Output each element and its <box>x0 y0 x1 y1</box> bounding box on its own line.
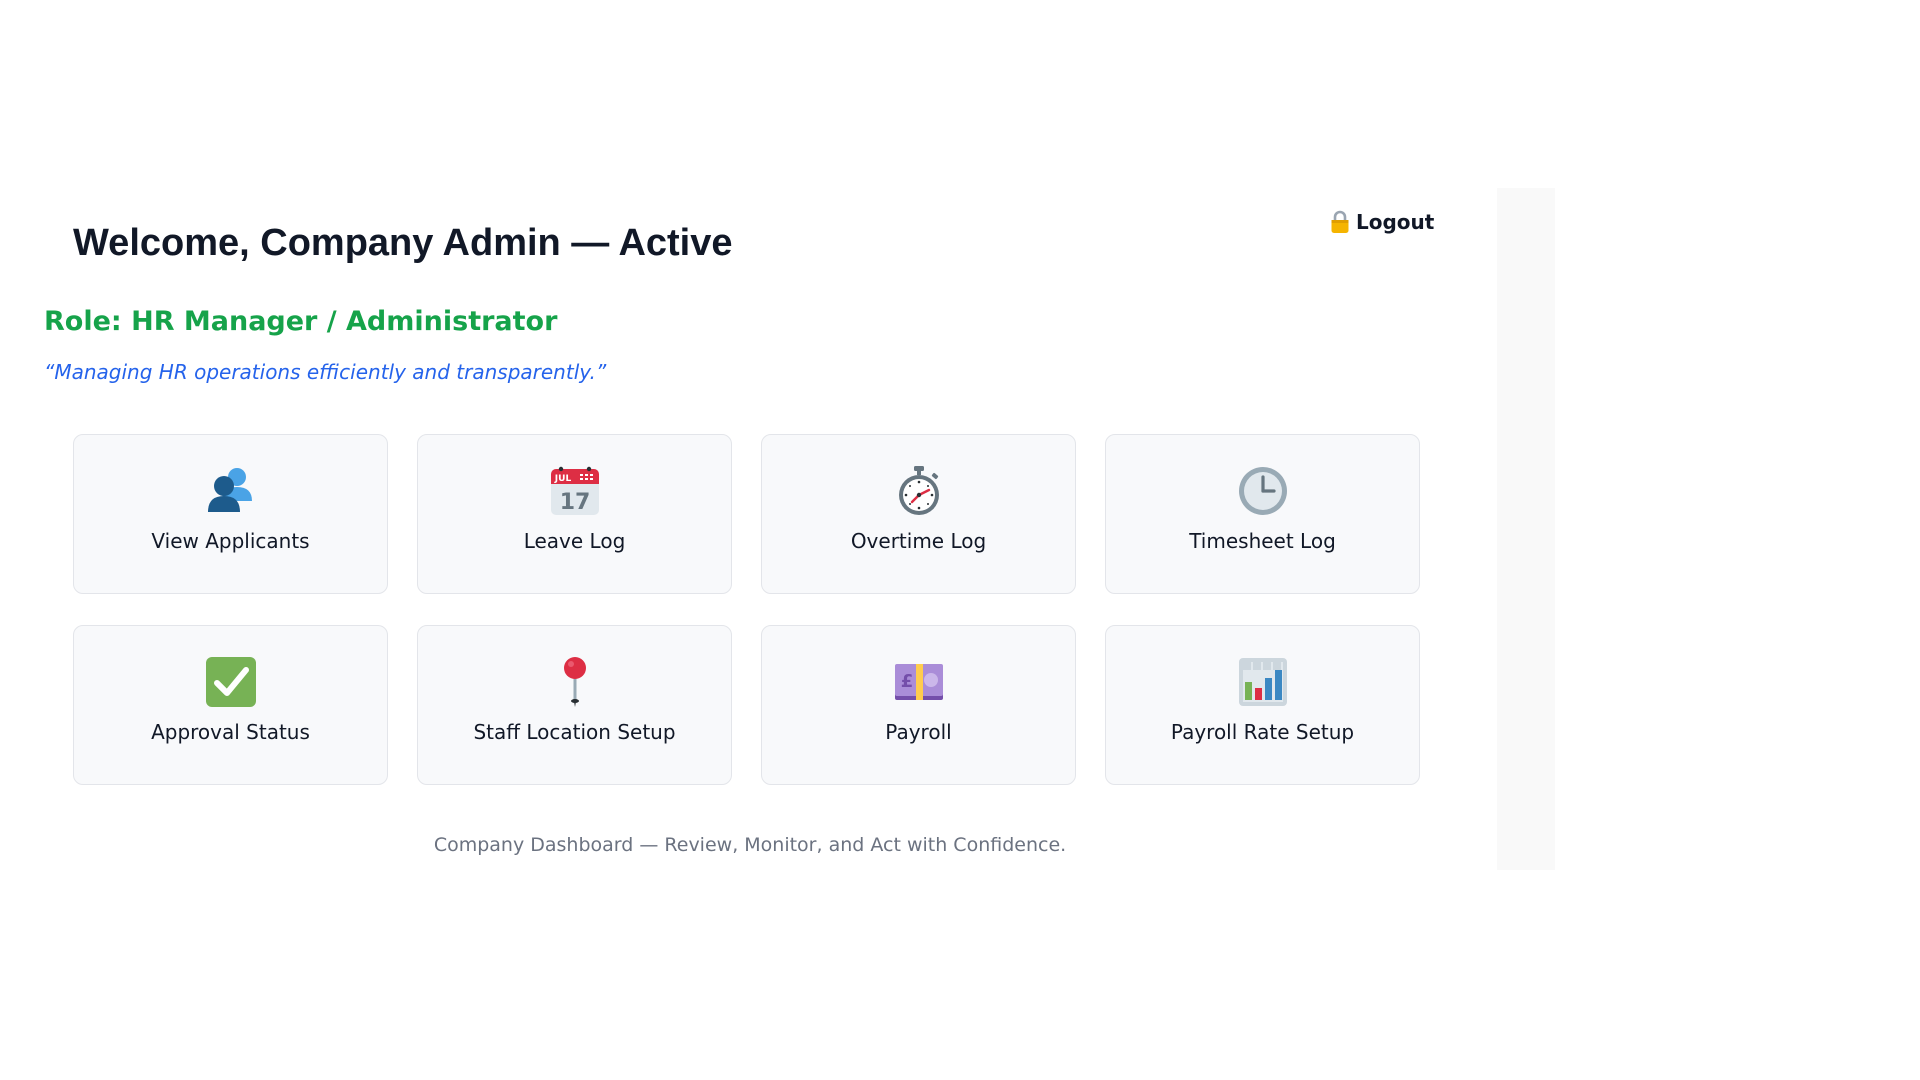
card-label: Staff Location Setup <box>473 720 676 744</box>
money-icon: £ <box>893 656 945 708</box>
card-label: Payroll <box>885 720 952 744</box>
dashboard-container: Logout Welcome, Company Admin — Active R… <box>44 188 1497 870</box>
card-payroll-rate-setup[interactable]: Payroll Rate Setup <box>1105 625 1420 785</box>
footer-text: Company Dashboard — Review, Monitor, and… <box>433 834 1067 856</box>
card-payroll[interactable]: £ Payroll <box>761 625 1076 785</box>
calendar-icon: JUL 17 <box>549 465 601 517</box>
people-icon <box>205 465 257 517</box>
card-label: Leave Log <box>523 529 626 553</box>
page-title: Welcome, Company Admin — Active <box>73 222 733 264</box>
stopwatch-icon <box>893 465 945 517</box>
card-leave-log[interactable]: JUL 17 Leave Log <box>417 434 732 594</box>
card-label: Approval Status <box>151 720 310 744</box>
card-staff-location-setup[interactable]: Staff Location Setup <box>417 625 732 785</box>
card-label: View Applicants <box>151 529 310 553</box>
tagline: “Managing HR operations efficiently and … <box>44 360 607 384</box>
pound-symbol: £ <box>900 671 913 692</box>
bar-chart-icon <box>1237 656 1289 708</box>
card-approval-status[interactable]: Approval Status <box>73 625 388 785</box>
clock-icon <box>1237 465 1289 517</box>
logout-button[interactable]: Logout <box>1330 210 1434 234</box>
card-overtime-log[interactable]: Overtime Log <box>761 434 1076 594</box>
card-label: Timesheet Log <box>1189 529 1336 553</box>
side-panel <box>1497 188 1555 870</box>
card-label: Overtime Log <box>850 529 987 553</box>
pushpin-icon <box>549 656 601 708</box>
check-icon <box>205 656 257 708</box>
calendar-day: 17 <box>559 490 590 515</box>
card-label: Payroll Rate Setup <box>1170 720 1355 744</box>
card-timesheet-log[interactable]: Timesheet Log <box>1105 434 1420 594</box>
dashboard-grid: View Applicants JUL 17 Leave Log Overtim… <box>73 434 1420 785</box>
calendar-month: JUL <box>553 474 571 484</box>
card-view-applicants[interactable]: View Applicants <box>73 434 388 594</box>
role-label: Role: HR Manager / Administrator <box>44 306 558 337</box>
lock-icon <box>1330 210 1350 234</box>
logout-label: Logout <box>1356 210 1435 234</box>
